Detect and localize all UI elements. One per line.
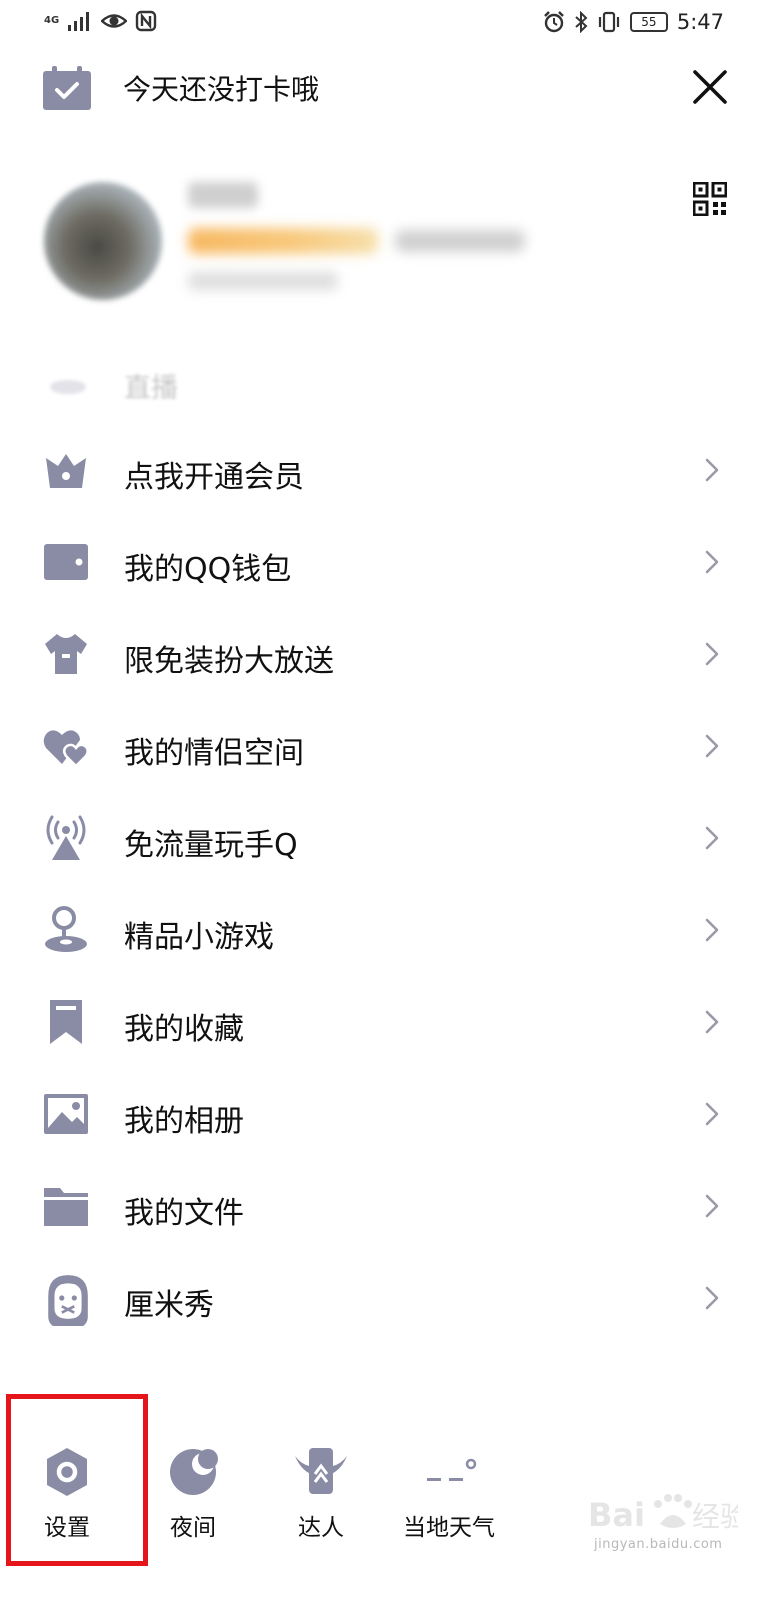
moon-icon [170,1449,218,1495]
vibrate-icon [598,11,619,33]
avatar[interactable] [44,182,162,300]
menu-item-mini-games[interactable]: 精品小游戏 [0,884,784,976]
blurred-nickname [188,182,258,208]
menu-item-couple-space[interactable]: 我的情侣空间 [0,700,784,792]
weather-label: 当地天气 [403,1515,495,1541]
game-pin-icon [45,906,87,952]
menu-item-label: 我的QQ钱包 [124,552,292,587]
watermark-url: jingyan.baidu.com [594,1537,723,1552]
cmshow-avatar-icon [48,1275,88,1326]
chevron-right-icon [705,642,719,666]
expert-label: 达人 [298,1515,344,1541]
network-label: 4G [44,15,60,26]
weather-icon [427,1458,477,1481]
crown-icon [46,454,86,488]
folder-icon [44,1188,88,1226]
bookmark-icon [50,1000,82,1044]
weather-button[interactable]: 当地天气 [394,1428,504,1558]
signal-icon [68,12,90,31]
live-icon [50,380,86,394]
qr-code-button[interactable] [692,181,728,217]
watermark-logo: Bai 经验 [588,1494,738,1534]
menu-item-label: 我的文件 [124,1196,244,1231]
calendar-check-icon [43,66,91,110]
close-icon [693,70,727,104]
menu-item-live[interactable]: 直播 [0,362,784,404]
blurred-level-badges [395,230,525,252]
qr-code-icon [692,181,728,217]
menu-item-label: 限免装扮大放送 [124,644,334,679]
chevron-right-icon [705,1194,719,1218]
night-mode-label: 夜间 [170,1515,216,1541]
close-button[interactable] [689,66,731,108]
menu-item-wallet[interactable]: 我的QQ钱包 [0,516,784,608]
menu-item-label: 厘米秀 [124,1288,214,1323]
status-bar: 4G 55 5:47 [0,0,784,48]
hearts-icon [43,730,89,768]
svg-text:经验: 经验 [692,1500,738,1533]
highlight-box [6,1394,148,1566]
menu-item-dressup[interactable]: 限免装扮大放送 [0,608,784,700]
battery-indicator: 55 [629,12,668,32]
status-time: 5:47 [676,10,724,34]
night-mode-button[interactable]: 夜间 [138,1428,248,1558]
menu-item-label: 点我开通会员 [124,460,304,495]
checkin-banner[interactable]: 今天还没打卡哦 [43,66,319,110]
chevron-right-icon [705,918,719,942]
nfc-icon [135,10,157,32]
expert-button[interactable]: 达人 [266,1428,376,1558]
svg-text:Bai: Bai [588,1496,645,1534]
chevron-right-icon [705,550,719,574]
menu-item-favorites[interactable]: 我的收藏 [0,976,784,1068]
menu-item-label: 直播 [124,373,178,404]
blurred-signature [188,272,338,290]
menu-item-free-data[interactable]: 免流量玩手Q [0,792,784,884]
eye-icon [101,14,128,28]
menu-item-vip[interactable]: 点我开通会员 [0,424,784,516]
menu-item-label: 免流量玩手Q [124,828,298,863]
menu-item-label: 精品小游戏 [124,920,274,955]
status-left: 4G [44,10,157,32]
chevron-right-icon [705,1286,719,1310]
chevron-right-icon [705,458,719,482]
chevron-right-icon [705,826,719,850]
menu-item-label: 我的情侣空间 [124,736,304,771]
chevron-right-icon [705,1010,719,1034]
blurred-vip-badges [188,228,378,254]
tshirt-icon [45,634,87,674]
wallet-icon [44,544,88,580]
bluetooth-icon [575,11,588,33]
menu-item-label: 我的相册 [124,1104,244,1139]
menu-item-cmshow[interactable]: 厘米秀 [0,1252,784,1344]
menu-item-files[interactable]: 我的文件 [0,1160,784,1252]
status-right: 55 5:47 [543,10,724,34]
antenna-icon [46,815,86,860]
alarm-icon [543,11,564,33]
checkin-text: 今天还没打卡哦 [123,73,320,106]
chevron-right-icon [705,734,719,758]
winged-badge-icon [295,1448,347,1494]
profile-card[interactable] [40,160,740,330]
chevron-right-icon [705,1102,719,1126]
menu-item-album[interactable]: 我的相册 [0,1068,784,1160]
image-icon [44,1094,88,1134]
menu-item-label: 我的收藏 [124,1012,244,1047]
